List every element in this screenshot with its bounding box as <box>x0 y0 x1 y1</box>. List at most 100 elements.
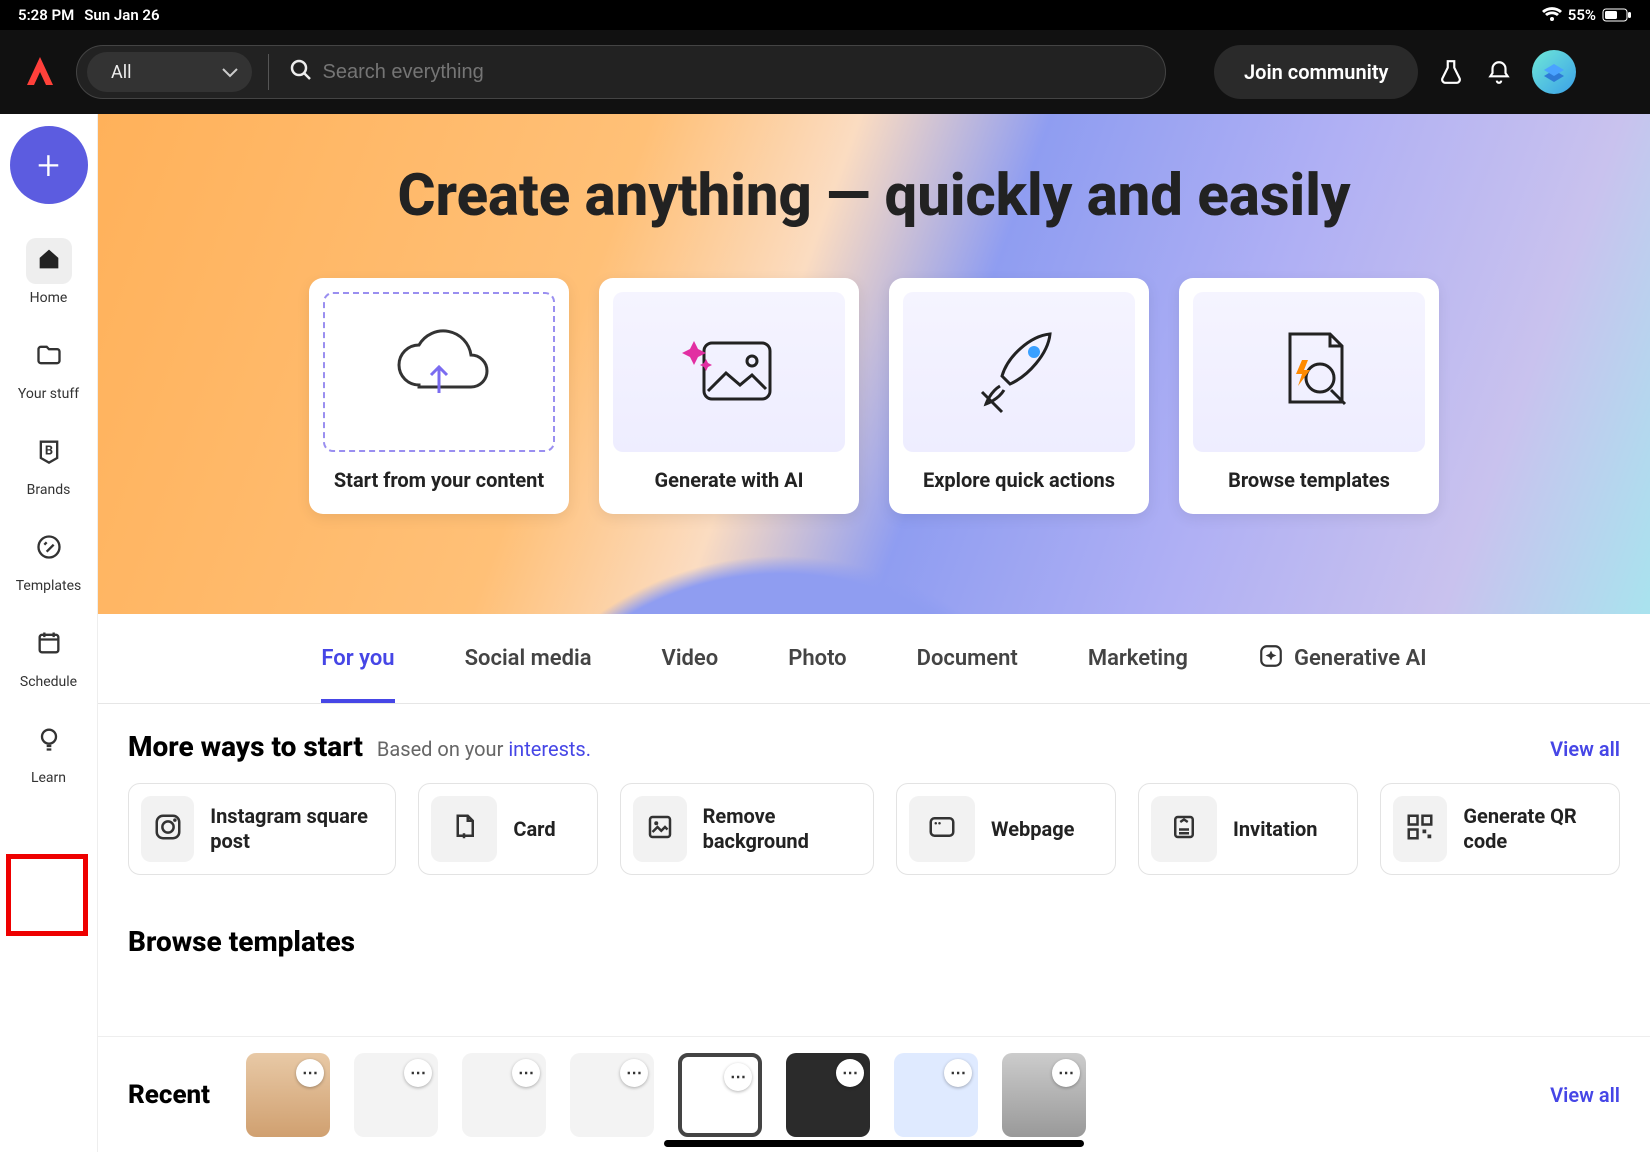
home-indicator <box>664 1140 1084 1147</box>
sparkle-image-icon <box>674 325 784 419</box>
status-time: 5:28 PM <box>18 6 74 24</box>
user-avatar[interactable] <box>1532 50 1576 94</box>
status-date: Sun Jan 26 <box>84 6 159 24</box>
browser-icon <box>927 812 957 846</box>
more-icon[interactable]: ⋯ <box>512 1059 540 1087</box>
sidebar-item-your-stuff[interactable]: Your stuff <box>0 334 97 402</box>
document-search-icon <box>1254 320 1364 424</box>
home-icon <box>35 245 63 277</box>
status-battery: 55% <box>1568 6 1596 24</box>
section-subtext: Based on your interests. <box>377 737 591 761</box>
hero-card-start-from-content[interactable]: Start from your content <box>309 278 569 514</box>
browse-templates-heading: Browse templates <box>98 885 1650 958</box>
recent-thumb[interactable]: ⋯ <box>786 1053 870 1137</box>
more-icon[interactable]: ⋯ <box>944 1059 972 1087</box>
sidebar-item-home[interactable]: Home <box>0 238 97 306</box>
more-icon[interactable]: ⋯ <box>836 1059 864 1087</box>
chip-remove-background[interactable]: Remove background <box>620 783 874 875</box>
highlight-marker <box>6 854 88 936</box>
remove-bg-icon <box>645 812 675 846</box>
recent-view-all-link[interactable]: View all <box>1550 1083 1620 1107</box>
category-tabs: For you Social media Video Photo Documen… <box>98 614 1650 704</box>
create-new-button[interactable]: + <box>10 126 88 204</box>
more-icon[interactable]: ⋯ <box>296 1059 324 1087</box>
tab-video[interactable]: Video <box>662 614 719 703</box>
device-status-bar: 5:28 PM Sun Jan 26 55% <box>0 0 1650 30</box>
wifi-icon <box>1542 7 1562 23</box>
view-all-link[interactable]: View all <box>1550 737 1620 761</box>
tab-social-media[interactable]: Social media <box>465 614 592 703</box>
recent-thumb[interactable]: ⋯ <box>246 1053 330 1137</box>
more-icon[interactable]: ⋯ <box>404 1059 432 1087</box>
battery-icon <box>1602 8 1632 22</box>
tab-generative-ai[interactable]: Generative AI <box>1258 614 1427 703</box>
rocket-icon <box>964 320 1074 424</box>
sidebar-item-label: Schedule <box>20 674 77 690</box>
sidebar-item-label: Your stuff <box>18 386 79 402</box>
more-ways-section: More ways to start Based on your interes… <box>98 704 1650 885</box>
tab-document[interactable]: Document <box>917 614 1018 703</box>
sidebar-item-label: Brands <box>27 482 71 498</box>
invitation-icon <box>1169 812 1199 846</box>
hero-card-quick-actions[interactable]: Explore quick actions <box>889 278 1149 514</box>
chip-instagram-square-post[interactable]: Instagram square post <box>128 783 396 875</box>
interests-link[interactable]: interests. <box>508 737 591 761</box>
sidebar-item-label: Home <box>30 290 68 306</box>
recent-strip: Recent ⋯ ⋯ ⋯ ⋯ ⋯ ⋯ ⋯ ⋯ View all <box>98 1036 1650 1152</box>
sparkle-icon <box>1258 643 1284 675</box>
chip-invitation[interactable]: Invitation <box>1138 783 1358 875</box>
sidebar-item-label: Learn <box>31 770 66 786</box>
sidebar-item-label: Templates <box>16 578 82 594</box>
tab-for-you[interactable]: For you <box>321 614 394 703</box>
brands-icon: B <box>35 437 63 469</box>
recent-thumb[interactable]: ⋯ <box>894 1053 978 1137</box>
calendar-icon <box>35 629 63 661</box>
section-heading: More ways to start <box>128 730 363 763</box>
qr-icon <box>1405 812 1435 846</box>
card-plus-icon <box>449 812 479 846</box>
recent-thumb[interactable]: ⋯ <box>354 1053 438 1137</box>
hero-banner: Create anything — quickly and easily Sta… <box>98 114 1650 614</box>
more-icon[interactable]: ⋯ <box>620 1059 648 1087</box>
search-filter-dropdown[interactable]: All <box>87 52 252 92</box>
app-topbar: All Join community <box>0 30 1650 114</box>
tab-marketing[interactable]: Marketing <box>1088 614 1188 703</box>
sidebar-item-templates[interactable]: Templates <box>0 526 97 594</box>
recent-thumb[interactable]: ⋯ <box>678 1053 762 1137</box>
sidebar-item-schedule[interactable]: Schedule <box>0 622 97 690</box>
chevron-down-icon <box>222 62 238 83</box>
instagram-icon <box>153 812 183 846</box>
folder-icon <box>35 341 63 373</box>
lightbulb-icon <box>35 725 63 757</box>
sidebar-item-learn[interactable]: Learn <box>0 718 97 786</box>
templates-icon <box>35 533 63 565</box>
chip-webpage[interactable]: Webpage <box>896 783 1116 875</box>
search-input[interactable] <box>323 61 1156 84</box>
beaker-icon[interactable] <box>1436 57 1466 87</box>
divider <box>268 54 269 90</box>
search-bar: All <box>76 45 1166 99</box>
plus-icon: + <box>37 142 60 189</box>
search-icon <box>289 58 313 86</box>
left-sidebar: + Home Your stuff B Brands Templates <box>0 114 98 1152</box>
more-icon[interactable]: ⋯ <box>1052 1059 1080 1087</box>
recent-thumb[interactable]: ⋯ <box>1002 1053 1086 1137</box>
main-content: Create anything — quickly and easily Sta… <box>98 114 1650 1152</box>
join-community-button[interactable]: Join community <box>1214 45 1418 99</box>
sidebar-item-brands[interactable]: B Brands <box>0 430 97 498</box>
upload-cloud-icon <box>384 325 494 419</box>
svg-text:B: B <box>44 444 52 459</box>
bell-icon[interactable] <box>1484 57 1514 87</box>
more-icon[interactable]: ⋯ <box>724 1063 752 1091</box>
filter-label: All <box>111 62 132 83</box>
adobe-express-logo-icon[interactable] <box>22 54 58 90</box>
hero-card-browse-templates[interactable]: Browse templates <box>1179 278 1439 514</box>
recent-thumb[interactable]: ⋯ <box>462 1053 546 1137</box>
recent-thumb[interactable]: ⋯ <box>570 1053 654 1137</box>
tab-photo[interactable]: Photo <box>788 614 846 703</box>
chip-generate-qr[interactable]: Generate QR code <box>1380 783 1620 875</box>
chip-card[interactable]: Card <box>418 783 598 875</box>
recent-heading: Recent <box>128 1080 210 1110</box>
hero-card-generate-ai[interactable]: Generate with AI <box>599 278 859 514</box>
hero-title: Create anything — quickly and easily <box>98 162 1650 230</box>
